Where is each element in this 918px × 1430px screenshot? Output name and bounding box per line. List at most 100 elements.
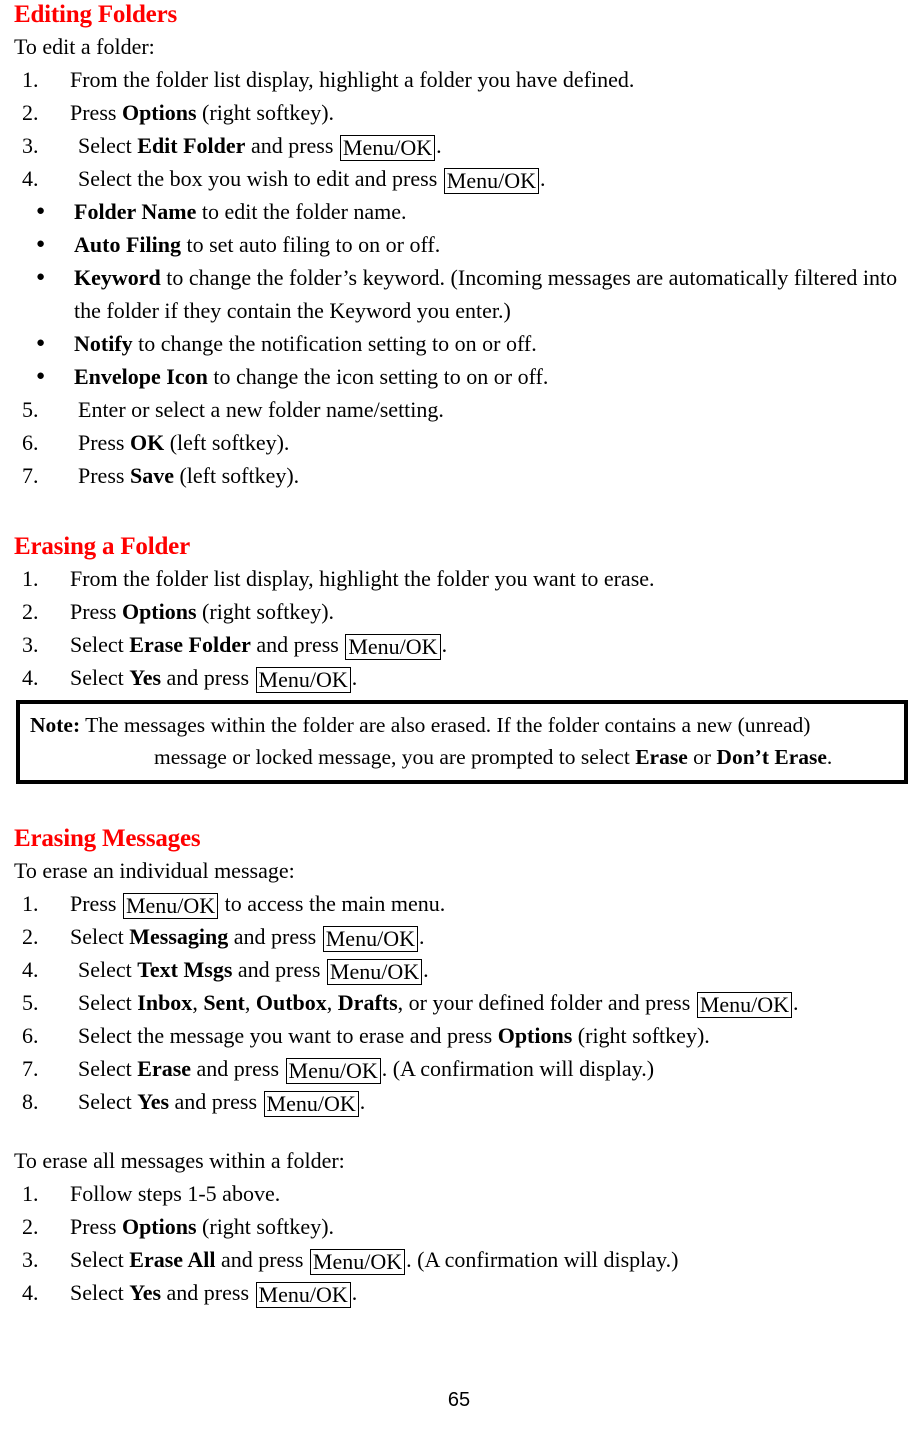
section-heading-erasing-a-folder: Erasing a Folder <box>14 533 190 560</box>
emphasis-notify: Notify <box>74 331 133 356</box>
list-item-text: Select Yes and press Menu/OK. <box>70 1280 358 1308</box>
list-item-text: Select Erase and press Menu/OK. (A confi… <box>78 1056 655 1084</box>
list-marker: 5. <box>22 397 39 422</box>
bullet-icon: ● <box>36 335 46 351</box>
bullet-icon: ● <box>36 203 46 219</box>
list-item-text: Select Yes and press Menu/OK. <box>78 1089 366 1117</box>
list-item: 3. Select Erase Folder and press Menu/OK… <box>14 628 912 661</box>
note-callout-box: Note: The messages within the folder are… <box>16 700 908 784</box>
emphasis-yes: Yes <box>129 1280 162 1305</box>
emphasis-options: Options <box>121 100 197 125</box>
note-text: Note: The messages within the folder are… <box>30 709 894 773</box>
list-item-text: Notify to change the notification settin… <box>74 331 537 356</box>
menu-ok-key: Menu/OK <box>345 634 441 660</box>
emphasis-outbox: Outbox <box>255 990 327 1015</box>
list-item: ● Keyword to change the folder’s keyword… <box>14 261 912 327</box>
bullet-icon: ● <box>36 236 46 252</box>
list-marker: 4. <box>22 1280 39 1305</box>
editing-folders-bullets: ● Folder Name to edit the folder name. ●… <box>14 195 912 393</box>
list-item: 5. Enter or select a new folder name/set… <box>14 393 912 426</box>
list-item: 3. Select Edit Folder and press Menu/OK. <box>14 129 912 162</box>
menu-ok-key: Menu/OK <box>326 959 423 985</box>
intro-edit-folder: To edit a folder: <box>14 34 155 59</box>
list-item-text: Folder Name to edit the folder name. <box>74 199 407 224</box>
list-marker: 4. <box>22 166 39 191</box>
list-item-text: Press Options (right softkey). <box>70 1214 335 1239</box>
list-item: 4. Select Text Msgs and press Menu/OK. <box>14 953 912 986</box>
menu-ok-key: Menu/OK <box>443 168 539 194</box>
menu-ok-key: Menu/OK <box>285 1058 381 1084</box>
list-item: ● Auto Filing to set auto filing to on o… <box>14 228 912 261</box>
emphasis-messaging: Messaging <box>129 924 229 949</box>
emphasis-yes: Yes <box>137 1089 170 1114</box>
erasing-messages-individual-steps: 1. Press Menu/OK to access the main menu… <box>14 887 912 1118</box>
list-item: 2. Select Messaging and press Menu/OK. <box>14 920 912 953</box>
emphasis-options: Options <box>497 1023 573 1048</box>
list-marker: 6. <box>22 430 39 455</box>
list-item: ● Folder Name to edit the folder name. <box>14 195 912 228</box>
menu-ok-key: Menu/OK <box>339 135 436 161</box>
emphasis-sent: Sent <box>203 990 245 1015</box>
list-item-text: Auto Filing to set auto filing to on or … <box>74 232 441 257</box>
list-item-text: Select the message you want to erase and… <box>78 1023 710 1048</box>
emphasis-ok: OK <box>129 430 165 455</box>
menu-ok-key: Menu/OK <box>255 1282 351 1308</box>
list-item-text: Select Yes and press Menu/OK. <box>70 665 358 693</box>
intro-erase-all: To erase all messages within a folder: <box>14 1148 345 1173</box>
list-marker: 2. <box>22 924 39 949</box>
list-item-text: Follow steps 1-5 above. <box>70 1181 281 1206</box>
emphasis-erase: Erase <box>137 1056 192 1081</box>
menu-ok-key: Menu/OK <box>255 667 351 693</box>
section-heading-editing-folders: Editing Folders <box>14 1 177 28</box>
list-marker: 1. <box>22 566 39 591</box>
list-item: 4. Select Yes and press Menu/OK. <box>14 661 912 694</box>
list-item-text: Select the box you wish to edit and pres… <box>78 166 546 194</box>
list-item: 3. Select Erase All and press Menu/OK. (… <box>14 1243 912 1276</box>
list-marker: 7. <box>22 1056 39 1081</box>
menu-ok-key: Menu/OK <box>696 992 793 1018</box>
emphasis-folder-name: Folder Name <box>74 199 197 224</box>
emphasis-auto-filing: Auto Filing <box>74 232 181 257</box>
list-item-text: Select Text Msgs and press Menu/OK. <box>78 957 429 985</box>
list-marker: 5. <box>22 990 39 1015</box>
list-marker: 4. <box>22 957 39 982</box>
list-item-text: Enter or select a new folder name/settin… <box>78 397 444 422</box>
emphasis-options: Options <box>121 1214 197 1239</box>
list-item-text: Select Erase All and press Menu/OK. (A c… <box>70 1247 679 1275</box>
list-item-text: Envelope Icon to change the icon setting… <box>74 364 549 389</box>
list-item-text: Press Options (right softkey). <box>70 599 335 624</box>
menu-ok-key: Menu/OK <box>263 1091 359 1117</box>
emphasis-save: Save <box>129 463 174 488</box>
list-item: 2. Press Options (right softkey). <box>14 96 912 129</box>
manual-page: Editing Folders To edit a folder: 1. Fro… <box>0 0 918 1430</box>
bullet-icon: ● <box>36 368 46 384</box>
list-item: 8. Select Yes and press Menu/OK. <box>14 1085 912 1118</box>
list-marker: 6. <box>22 1023 39 1048</box>
list-marker: 1. <box>22 1181 39 1206</box>
menu-ok-key: Menu/OK <box>309 1249 406 1275</box>
emphasis-erase-folder: Erase Folder <box>129 632 251 657</box>
emphasis-erase: Erase <box>635 745 688 769</box>
list-marker: 1. <box>22 891 39 916</box>
list-item: 2. Press Options (right softkey). <box>14 1210 912 1243</box>
menu-ok-key: Menu/OK <box>322 926 418 952</box>
list-item-text: Press Save (left softkey). <box>78 463 300 488</box>
section-heading-erasing-messages: Erasing Messages <box>14 825 201 852</box>
list-item-text: From the folder list display, highlight … <box>70 566 655 591</box>
list-item: 6. Press OK (left softkey). <box>14 426 912 459</box>
list-item: 4. Select Yes and press Menu/OK. <box>14 1276 912 1309</box>
note-text-line2: message or locked message, you are promp… <box>154 745 833 769</box>
emphasis-keyword: Keyword <box>74 265 161 290</box>
list-item-text: Select Erase Folder and press Menu/OK. <box>70 632 448 660</box>
list-item: 1. From the folder list display, highlig… <box>14 63 912 96</box>
list-marker: 2. <box>22 599 39 624</box>
erasing-folder-steps: 1. From the folder list display, highlig… <box>14 562 912 694</box>
emphasis-text-msgs: Text Msgs <box>137 957 233 982</box>
list-marker: 4. <box>22 665 39 690</box>
list-marker: 8. <box>22 1089 39 1114</box>
list-item-text: From the folder list display, highlight … <box>70 67 635 92</box>
list-item: 7. Select Erase and press Menu/OK. (A co… <box>14 1052 912 1085</box>
list-marker: 3. <box>22 1247 39 1272</box>
